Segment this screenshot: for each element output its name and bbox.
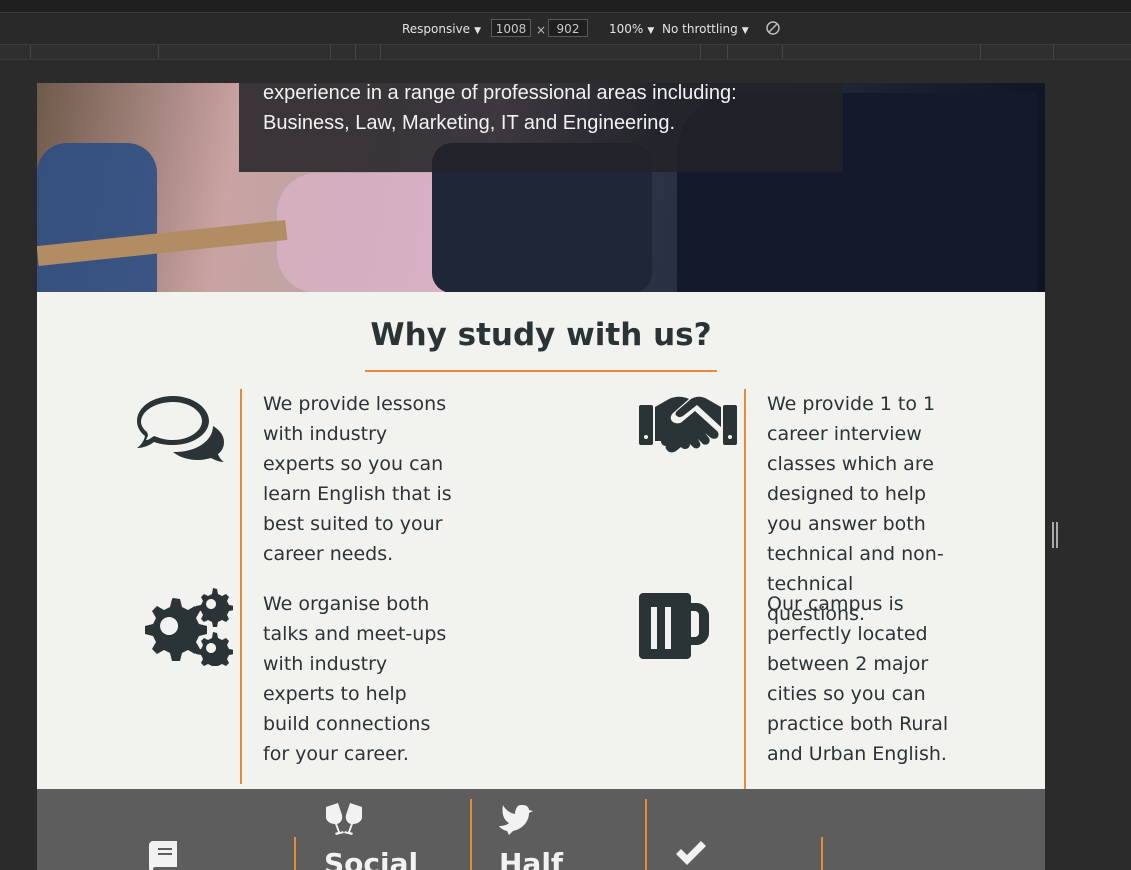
benefit-label: Half bbox=[499, 847, 564, 870]
handshake-icon bbox=[639, 396, 737, 453]
benefit-divider bbox=[470, 799, 472, 870]
benefits-band: Social Half bbox=[37, 789, 1045, 870]
device-select-label: Responsive bbox=[402, 22, 471, 36]
book-icon bbox=[149, 841, 177, 870]
device-select[interactable]: Responsive ▼ bbox=[402, 21, 481, 39]
feature-divider bbox=[240, 389, 242, 784]
hero-text-line2: Business, Law, Marketing, IT and Enginee… bbox=[263, 112, 676, 134]
viewport-height-input[interactable]: 902 bbox=[548, 19, 588, 37]
feature-divider bbox=[744, 389, 746, 814]
viewport-resize-handle[interactable] bbox=[1052, 522, 1058, 548]
hero-text-line1: experience in a range of professional ar… bbox=[263, 83, 737, 104]
chevron-down-icon: ▼ bbox=[741, 26, 749, 36]
zoom-select-label: 100% bbox=[609, 22, 644, 36]
throttle-select[interactable]: No throttling ▼ bbox=[662, 21, 749, 39]
benefit-divider bbox=[294, 837, 296, 870]
page-viewport: experience in a range of professional ar… bbox=[37, 83, 1045, 870]
chevron-down-icon: ▼ bbox=[647, 26, 655, 36]
section-title: Why study with us? bbox=[370, 317, 712, 353]
benefit-divider bbox=[821, 837, 823, 870]
feature-text: We organise both talks and meet-ups with… bbox=[263, 593, 447, 765]
hero-image: experience in a range of professional ar… bbox=[37, 83, 1045, 292]
media-query-ruler[interactable] bbox=[0, 45, 1131, 60]
glasses-cheers-icon bbox=[326, 803, 362, 835]
title-underline bbox=[365, 370, 717, 372]
browser-top-strip bbox=[0, 0, 1131, 13]
dove-icon bbox=[499, 805, 533, 835]
dimension-separator: × bbox=[536, 23, 547, 37]
throttle-select-label: No throttling bbox=[662, 22, 738, 36]
benefit-label: Social bbox=[324, 847, 419, 870]
gears-icon bbox=[145, 588, 233, 666]
zoom-select[interactable]: 100% ▼ bbox=[609, 21, 654, 39]
viewport-width-input[interactable]: 1008 bbox=[491, 19, 531, 37]
rotate-icon[interactable] bbox=[765, 20, 781, 40]
hero-text-overlay: experience in a range of professional ar… bbox=[239, 83, 843, 172]
comments-icon bbox=[137, 396, 224, 462]
device-toolbar: Responsive ▼ 1008 × 902 100% ▼ No throttli… bbox=[0, 13, 1131, 45]
beer-mug-icon bbox=[639, 593, 709, 659]
chevron-down-icon: ▼ bbox=[474, 26, 481, 36]
feature-text: We provide lessons with industry experts… bbox=[263, 393, 452, 565]
benefit-divider bbox=[645, 799, 647, 870]
feature-text: Our campus is perfectly located between … bbox=[767, 593, 949, 765]
hero-text: experience in a range of professional ar… bbox=[263, 83, 737, 138]
check-icon bbox=[676, 841, 706, 865]
